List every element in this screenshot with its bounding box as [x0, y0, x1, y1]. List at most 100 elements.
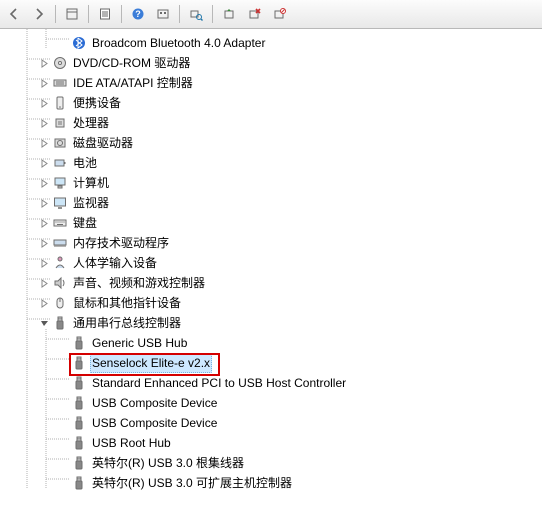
usb-icon — [71, 455, 87, 471]
expander-icon[interactable] — [38, 57, 50, 69]
expander-icon[interactable] — [38, 77, 50, 89]
tree-item[interactable]: USB Root Hub — [0, 433, 542, 453]
sound-icon — [52, 275, 68, 291]
expander-icon — [57, 417, 69, 429]
tree-item[interactable]: Standard Enhanced PCI to USB Host Contro… — [0, 373, 542, 393]
show-hidden-button[interactable] — [60, 2, 84, 26]
keyboard-icon — [52, 215, 68, 231]
tree-item-label: 通用串行总线控制器 — [71, 315, 183, 332]
tree-item-label: USB Composite Device — [90, 395, 219, 412]
expander-icon[interactable] — [38, 297, 50, 309]
scan-hardware-button[interactable] — [184, 2, 208, 26]
expander-icon[interactable] — [38, 317, 50, 329]
expander-icon — [57, 477, 69, 489]
tree-item-label: 内存技术驱动程序 — [71, 235, 171, 252]
tree-item[interactable]: Generic USB Hub — [0, 333, 542, 353]
device-tree-panel[interactable]: Broadcom Bluetooth 4.0 Adapter DVD/CD-ROM… — [0, 29, 542, 509]
portable-icon — [52, 95, 68, 111]
disc-icon — [52, 55, 68, 71]
expander-icon — [57, 357, 69, 369]
expander-icon[interactable] — [38, 257, 50, 269]
expander-icon — [57, 337, 69, 349]
disk-icon — [52, 135, 68, 151]
disable-button[interactable] — [267, 2, 291, 26]
tree-item-label: 人体学输入设备 — [71, 255, 159, 272]
tree-item[interactable]: 监视器 — [0, 193, 542, 213]
tree-item-label: Broadcom Bluetooth 4.0 Adapter — [90, 35, 267, 52]
expander-icon — [57, 397, 69, 409]
tree-item-label: 鼠标和其他指针设备 — [71, 295, 183, 312]
tree-item[interactable]: 内存技术驱动程序 — [0, 233, 542, 253]
memory-icon — [52, 235, 68, 251]
mouse-icon — [52, 295, 68, 311]
uninstall-button[interactable] — [242, 2, 266, 26]
tree-item[interactable]: 声音、视频和游戏控制器 — [0, 273, 542, 293]
usb-icon — [71, 395, 87, 411]
usb-icon — [71, 335, 87, 351]
tree-item-label: 磁盘驱动器 — [71, 135, 135, 152]
svg-text:?: ? — [135, 9, 141, 19]
usb-icon — [71, 415, 87, 431]
expander-icon — [57, 37, 69, 49]
tree-item-label: 处理器 — [71, 115, 111, 132]
action-button[interactable] — [151, 2, 175, 26]
device-tree: Broadcom Bluetooth 4.0 Adapter DVD/CD-ROM… — [0, 29, 542, 501]
tree-item[interactable]: 处理器 — [0, 113, 542, 133]
toolbar: ? — [0, 0, 542, 29]
separator — [88, 5, 89, 23]
tree-item-label: 声音、视频和游戏控制器 — [71, 275, 207, 292]
tree-item-label: Generic USB Hub — [90, 335, 189, 352]
cpu-icon — [52, 115, 68, 131]
separator — [121, 5, 122, 23]
expander-icon[interactable] — [38, 97, 50, 109]
tree-item[interactable]: DVD/CD-ROM 驱动器 — [0, 53, 542, 73]
expander-icon[interactable] — [38, 197, 50, 209]
tree-item[interactable]: Broadcom Bluetooth 4.0 Adapter — [0, 33, 542, 53]
tree-item[interactable]: Senselock Elite-e v2.x — [0, 353, 542, 373]
expander-icon[interactable] — [38, 237, 50, 249]
separator — [179, 5, 180, 23]
tree-item-label: DVD/CD-ROM 驱动器 — [71, 55, 192, 72]
tree-item[interactable]: 人体学输入设备 — [0, 253, 542, 273]
tree-item[interactable]: USB Composite Device — [0, 393, 542, 413]
tree-item-label: 计算机 — [71, 175, 111, 192]
usb-icon — [71, 435, 87, 451]
expander-icon[interactable] — [38, 277, 50, 289]
forward-button[interactable] — [27, 2, 51, 26]
help-button[interactable]: ? — [126, 2, 150, 26]
computer-icon — [52, 175, 68, 191]
separator — [55, 5, 56, 23]
expander-icon[interactable] — [38, 217, 50, 229]
properties-button[interactable] — [93, 2, 117, 26]
tree-item-label: Standard Enhanced PCI to USB Host Contro… — [90, 375, 348, 392]
usb-icon — [71, 475, 87, 491]
tree-item-label: IDE ATA/ATAPI 控制器 — [71, 75, 195, 92]
expander-icon[interactable] — [38, 177, 50, 189]
tree-item[interactable]: 通用串行总线控制器 — [0, 313, 542, 333]
tree-item[interactable]: USB Composite Device — [0, 413, 542, 433]
usb-icon — [71, 375, 87, 391]
usb-icon — [52, 315, 68, 331]
separator — [212, 5, 213, 23]
update-driver-button[interactable] — [217, 2, 241, 26]
back-button[interactable] — [2, 2, 26, 26]
tree-item[interactable]: 磁盘驱动器 — [0, 133, 542, 153]
expander-icon — [57, 457, 69, 469]
tree-item-label: 监视器 — [71, 195, 111, 212]
tree-item[interactable]: 英特尔(R) USB 3.0 根集线器 — [0, 453, 542, 473]
bluetooth-icon — [71, 35, 87, 51]
expander-icon[interactable] — [38, 117, 50, 129]
tree-item-label: Senselock Elite-e v2.x — [90, 354, 212, 373]
tree-item[interactable]: 鼠标和其他指针设备 — [0, 293, 542, 313]
tree-item-label: 键盘 — [71, 215, 99, 232]
expander-icon[interactable] — [38, 157, 50, 169]
tree-item[interactable]: 计算机 — [0, 173, 542, 193]
hid-icon — [52, 255, 68, 271]
tree-item-label: 电池 — [71, 155, 99, 172]
tree-item[interactable]: IDE ATA/ATAPI 控制器 — [0, 73, 542, 93]
expander-icon[interactable] — [38, 137, 50, 149]
tree-item[interactable]: 便携设备 — [0, 93, 542, 113]
tree-item[interactable]: 键盘 — [0, 213, 542, 233]
tree-item[interactable]: 电池 — [0, 153, 542, 173]
tree-item[interactable]: 英特尔(R) USB 3.0 可扩展主机控制器 — [0, 473, 542, 493]
